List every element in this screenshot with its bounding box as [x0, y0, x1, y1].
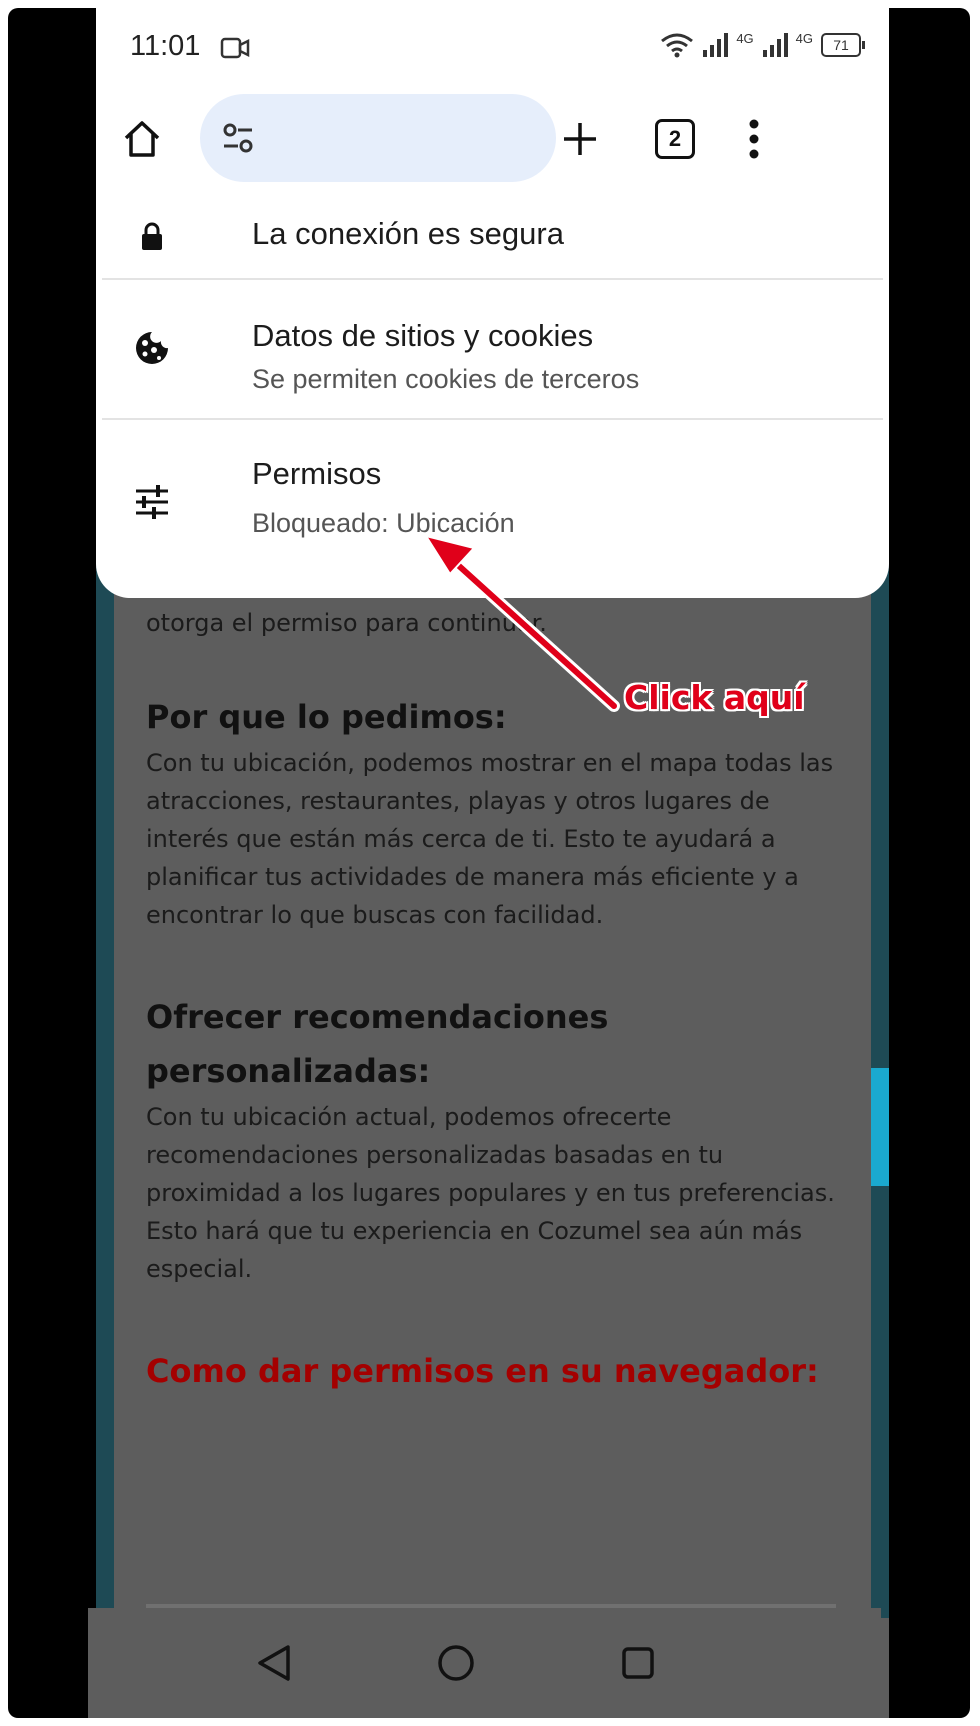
status-bar: 11:01 4G 4G 71 — [96, 8, 889, 88]
screenshot-frame: tu consentimiento. Para mostrar tu ubica… — [8, 8, 970, 1718]
browser-toolbar: 2 — [96, 94, 889, 184]
permissions-row[interactable]: Permisos Bloqueado: Ubicación — [96, 420, 889, 570]
home-button[interactable] — [112, 94, 172, 184]
back-button[interactable] — [244, 1633, 304, 1693]
site-settings-icon[interactable] — [218, 118, 258, 158]
recents-square-icon — [622, 1647, 654, 1679]
home-icon — [124, 121, 160, 157]
cookies-title: Datos de sitios y cookies — [252, 318, 594, 353]
section-heading-recommendations: Ofrecer recomendaciones personalizadas: — [146, 998, 609, 1090]
plus-icon — [564, 123, 596, 155]
cookies-row[interactable]: Datos de sitios y cookies Se permiten co… — [96, 280, 889, 418]
phone-screen: tu consentimiento. Para mostrar tu ubica… — [96, 8, 889, 1718]
recents-button[interactable] — [608, 1633, 668, 1693]
tab-switcher-button[interactable]: 2 — [645, 94, 705, 184]
cookie-icon — [132, 328, 172, 368]
page-floating-tab[interactable] — [871, 1068, 889, 1186]
page-content: tu consentimiento. Para mostrar tu ubica… — [146, 528, 836, 1398]
new-tab-button[interactable] — [550, 94, 610, 184]
tab-count: 2 — [655, 119, 695, 159]
android-nav-bar — [88, 1608, 881, 1718]
screen-record-icon — [220, 37, 250, 59]
site-info-popup: 11:01 4G 4G 71 2 La conexión es segura D… — [96, 8, 889, 598]
more-vert-icon — [749, 119, 759, 159]
tune-icon — [132, 482, 172, 522]
network-type-1: 4G — [736, 30, 754, 46]
signal-icon-1 — [703, 33, 729, 57]
section-body-why: Con tu ubicación, podemos mostrar en el … — [146, 749, 834, 929]
address-bar[interactable] — [200, 94, 556, 182]
wifi-icon — [661, 33, 694, 58]
annotation-label: Click aquí — [624, 678, 805, 717]
permissions-title: Permisos — [252, 456, 382, 491]
network-type-2: 4G — [795, 30, 813, 46]
section-heading-permissions: Como dar permisos en su navegador: — [146, 1352, 819, 1390]
back-triangle-icon — [258, 1645, 290, 1681]
home-circle-icon — [438, 1645, 474, 1681]
home-nav-button[interactable] — [426, 1633, 486, 1693]
lock-icon — [132, 216, 172, 256]
permissions-subtitle: Bloqueado: Ubicación — [252, 508, 515, 538]
section-body-recommendations: Con tu ubicación actual, podemos ofrecer… — [146, 1103, 835, 1283]
cookies-subtitle: Se permiten cookies de terceros — [252, 364, 640, 394]
status-time: 11:01 — [130, 30, 201, 62]
signal-icon-2 — [762, 33, 788, 57]
menu-button[interactable] — [724, 94, 784, 184]
page-bg-edge-left — [96, 548, 114, 1618]
connection-title: La conexión es segura — [252, 216, 564, 251]
connection-row[interactable]: La conexión es segura — [96, 188, 889, 283]
status-icons: 4G 4G 71 — [660, 30, 865, 60]
battery-icon: 71 — [821, 33, 865, 57]
